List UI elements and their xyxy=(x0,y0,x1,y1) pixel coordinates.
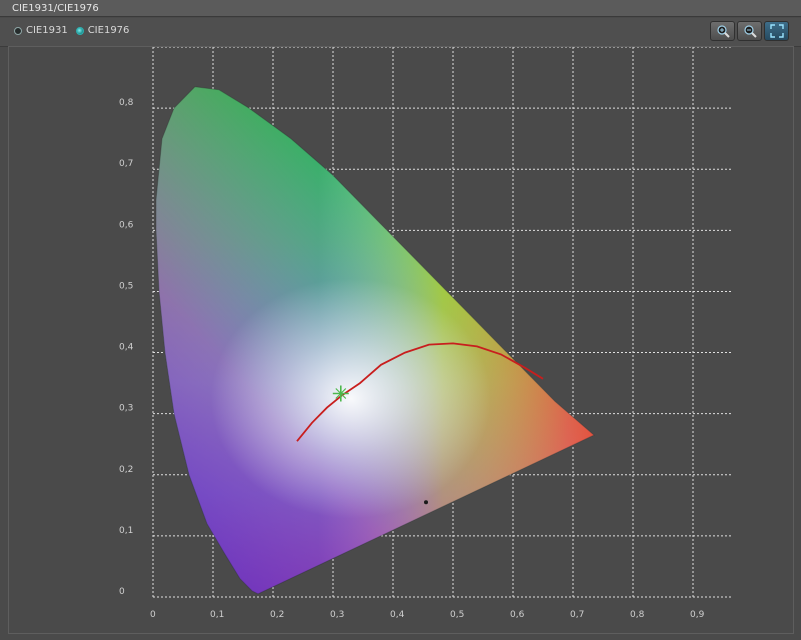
window-title: CIE1931/CIE1976 xyxy=(0,0,801,17)
x-tick-label: 0 xyxy=(150,610,156,620)
zoom-out-icon xyxy=(743,25,757,38)
zoom-in-button[interactable] xyxy=(710,21,735,41)
radio-indicator xyxy=(75,26,84,35)
fit-to-window-icon xyxy=(769,24,784,38)
y-tick-label: 0 xyxy=(119,587,125,597)
toolbar: CIE1931 CIE1976 xyxy=(0,18,801,47)
chromaticity-plot-area[interactable]: 0 0,1 0,2 0,3 0,4 0,5 0,6 0,7 0,8 0,9 0 0,1 0,2 0,3 0,… xyxy=(8,46,794,634)
radio-indicator xyxy=(14,26,22,35)
measurement-point[interactable] xyxy=(424,500,428,505)
y-tick-label: 0,7 xyxy=(119,159,133,169)
zoom-in-icon xyxy=(716,25,730,38)
y-tick-label: 0,1 xyxy=(119,526,133,536)
x-tick-label: 0,1 xyxy=(210,610,224,620)
x-tick-label: 0,2 xyxy=(270,610,284,620)
x-tick-label: 0,8 xyxy=(630,610,645,620)
gamut-white-glow xyxy=(210,278,491,519)
y-tick-label: 0,2 xyxy=(119,465,133,475)
x-tick-label: 0,4 xyxy=(390,610,405,620)
x-tick-label: 0,7 xyxy=(570,610,584,620)
x-tick-label: 0,3 xyxy=(330,610,344,620)
color-space-selector: CIE1931 CIE1976 xyxy=(14,25,129,36)
x-tick-label: 0,9 xyxy=(690,610,705,620)
x-tick-label: 0,6 xyxy=(510,610,525,620)
zoom-out-button[interactable] xyxy=(737,21,762,41)
mode-radio-cie1976[interactable]: CIE1976 xyxy=(75,25,130,36)
chromaticity-diagram[interactable]: 0 0,1 0,2 0,3 0,4 0,5 0,6 0,7 0,8 0,9 0 0,1 0,2 0,3 0,… xyxy=(9,47,795,635)
y-tick-label: 0,4 xyxy=(119,343,134,353)
y-tick-label: 0,8 xyxy=(119,98,134,108)
zoom-controls xyxy=(710,21,789,41)
mode-label-cie1976: CIE1976 xyxy=(87,25,130,36)
fit-to-window-button[interactable] xyxy=(764,21,789,41)
y-tick-label: 0,3 xyxy=(119,404,133,414)
y-tick-label: 0,6 xyxy=(119,220,134,230)
y-tick-label: 0,5 xyxy=(119,281,133,291)
cie-chromaticity-window: CIE1931/CIE1976 CIE1931 CIE1976 0 0,1 0,… xyxy=(0,0,801,640)
mode-label-cie1931: CIE1931 xyxy=(26,25,68,36)
x-tick-label: 0,5 xyxy=(450,610,464,620)
mode-radio-cie1931[interactable]: CIE1931 xyxy=(14,25,68,36)
